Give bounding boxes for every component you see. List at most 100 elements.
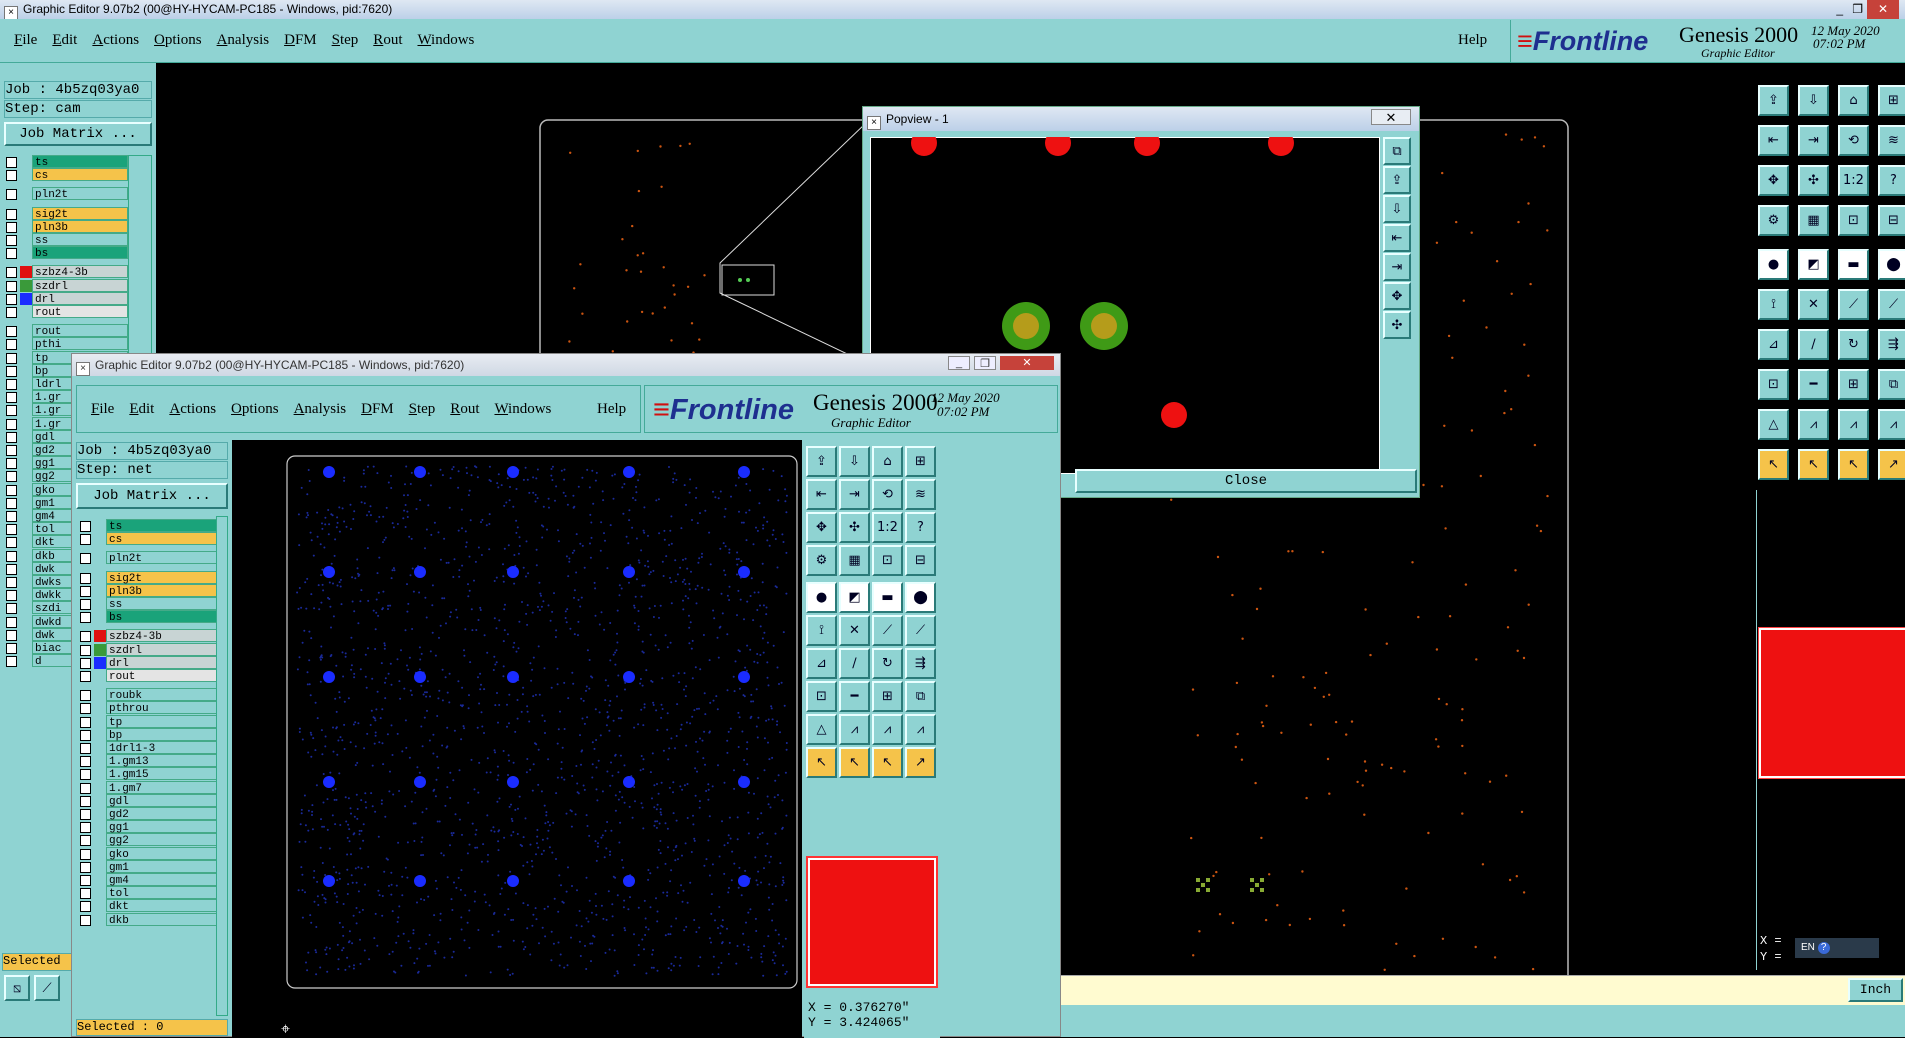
menu-windows[interactable]: Windows (494, 401, 551, 418)
select2-icon[interactable]: ↖ (1798, 449, 1829, 480)
pan-left-icon[interactable]: ⇤ (1758, 125, 1789, 156)
layer-row[interactable]: pthrou (78, 701, 228, 715)
layer-row[interactable]: 1.gm15 (78, 767, 228, 781)
menu-file[interactable]: File (14, 32, 37, 49)
pan-left-icon[interactable]: ⇤ (806, 479, 837, 510)
snap-icon[interactable]: ≋ (905, 479, 936, 510)
popview-close-button[interactable]: Close (1075, 469, 1417, 493)
layer-checkbox[interactable] (6, 590, 17, 602)
menu-dfm[interactable]: DFM (361, 401, 394, 418)
second-canvas[interactable]: ⌖ (232, 440, 802, 1038)
layer-row[interactable]: ss (78, 597, 228, 611)
menu-edit[interactable]: Edit (52, 32, 77, 49)
copy-icon[interactable]: ⟋ (1878, 289, 1905, 320)
delete-icon[interactable]: ✕ (839, 615, 870, 646)
angle-icon[interactable]: ⊿ (1758, 329, 1789, 360)
layer-checkbox[interactable] (80, 914, 91, 926)
layer-checkbox[interactable] (80, 729, 91, 741)
layer-checkbox[interactable] (80, 888, 91, 900)
mirror-icon[interactable]: ⇶ (905, 648, 936, 679)
snap-icon[interactable]: ≋ (1878, 125, 1905, 156)
pad-icon[interactable]: ● (1758, 249, 1789, 280)
layer-checkbox[interactable] (6, 280, 17, 292)
layer-checkbox[interactable] (80, 553, 91, 565)
home-icon[interactable]: ⌂ (1838, 85, 1869, 116)
second-help-menu[interactable]: Help (597, 401, 626, 418)
circle-icon[interactable]: ⬤ (905, 582, 936, 613)
layer-checkbox[interactable] (6, 471, 17, 483)
layer-checkbox[interactable] (6, 293, 17, 305)
layer-row[interactable]: 1drl1-3 (78, 741, 228, 755)
popview-tool-icon[interactable]: ⇤ (1383, 224, 1411, 252)
menu-step[interactable]: Step (409, 401, 436, 418)
settings-icon[interactable]: ⚙ (1758, 205, 1789, 236)
layer-checkbox[interactable] (6, 563, 17, 575)
center-icon[interactable]: ✣ (1798, 165, 1829, 196)
resize-icon[interactable]: ⊞ (1838, 369, 1869, 400)
layer-checkbox[interactable] (80, 703, 91, 715)
scale-icon[interactable]: 1:2 (872, 512, 903, 543)
layer-checkbox[interactable] (80, 534, 91, 546)
layer-checkbox[interactable] (6, 550, 17, 562)
layer-checkbox[interactable] (80, 612, 91, 624)
menu-windows[interactable]: Windows (417, 32, 474, 49)
layer-checkbox[interactable] (6, 524, 17, 536)
layer-row[interactable]: pln3b (78, 583, 228, 598)
select3-icon[interactable]: ↖ (1838, 449, 1869, 480)
layer-row[interactable]: gg2 (78, 833, 228, 847)
mirror-icon[interactable]: ⇶ (1878, 329, 1905, 360)
layer-checkbox[interactable] (80, 599, 91, 610)
select3-icon[interactable]: ↖ (872, 747, 903, 778)
layer-icon[interactable]: ⊡ (872, 545, 903, 576)
layer-checkbox[interactable] (6, 656, 17, 668)
layer-checkbox[interactable] (80, 644, 91, 656)
arc3-icon[interactable]: ⩘ (905, 714, 936, 745)
layer-checkbox[interactable] (6, 189, 17, 201)
surface-icon[interactable]: ◩ (1798, 249, 1829, 280)
home-icon[interactable]: ⌂ (872, 446, 903, 477)
layer-checkbox[interactable] (80, 521, 91, 532)
angle-icon[interactable]: ⊿ (806, 648, 837, 679)
layer-checkbox[interactable] (6, 379, 17, 390)
maximize-button[interactable]: ❐ (1852, 0, 1863, 19)
layer-checkbox[interactable] (6, 248, 17, 260)
layer-checkbox[interactable] (80, 690, 91, 702)
second-maximize-button[interactable]: ❐ (974, 356, 996, 370)
zoom-out-icon[interactable]: ⇩ (1798, 85, 1829, 116)
arc2-icon[interactable]: ⩘ (1838, 409, 1869, 440)
line-icon[interactable]: ▬ (1838, 249, 1869, 280)
layer-checkbox[interactable] (80, 795, 91, 807)
window-icon[interactable]: ⊞ (905, 446, 936, 477)
minus-icon[interactable]: ━ (839, 681, 870, 712)
menu-analysis[interactable]: Analysis (294, 401, 347, 418)
layer-checkbox[interactable] (6, 497, 17, 509)
minus-icon[interactable]: ━ (1798, 369, 1829, 400)
popview-tool-icon[interactable]: ✥ (1383, 282, 1411, 310)
layer-checkbox[interactable] (80, 743, 91, 754)
layer-checkbox[interactable] (6, 458, 17, 470)
layer-checkbox[interactable] (6, 326, 17, 338)
layer-checkbox[interactable] (6, 352, 17, 364)
rotate-icon[interactable]: ↻ (1838, 329, 1869, 360)
popview-tool-icon[interactable]: ⇩ (1383, 195, 1411, 223)
measure-icon[interactable]: ⟋ (34, 975, 60, 1001)
menu-analysis[interactable]: Analysis (217, 32, 270, 49)
menu-file[interactable]: File (91, 401, 114, 418)
copy-icon[interactable]: ⟋ (905, 615, 936, 646)
measure-icon[interactable]: ⊡ (806, 681, 837, 712)
layer-row[interactable]: dkt (78, 899, 228, 913)
language-bar[interactable]: EN ? (1795, 938, 1879, 958)
fit-icon[interactable]: ✥ (806, 512, 837, 543)
arc-icon[interactable]: ⩘ (1798, 409, 1829, 440)
layer-checkbox[interactable] (6, 157, 17, 168)
layer-checkbox[interactable] (80, 585, 91, 597)
layer-row[interactable]: dkb (78, 912, 228, 927)
menu-rout[interactable]: Rout (373, 32, 402, 49)
layer-row[interactable]: gd2 (78, 807, 228, 821)
layers-icon[interactable]: ⊟ (905, 545, 936, 576)
menu-rout[interactable]: Rout (450, 401, 479, 418)
layer-checkbox[interactable] (80, 901, 91, 913)
layer-checkbox[interactable] (6, 418, 17, 430)
layer-checkbox[interactable] (80, 769, 91, 781)
layer-checkbox[interactable] (6, 307, 17, 318)
